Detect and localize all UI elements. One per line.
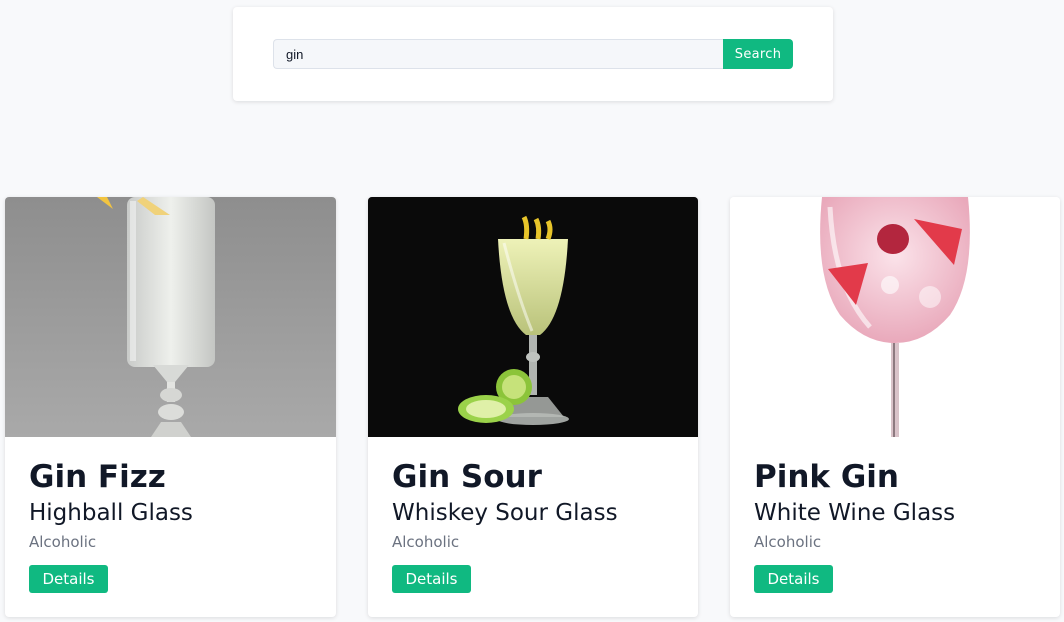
details-button[interactable]: Details (29, 565, 108, 593)
drink-card-gin-fizz: Gin Fizz Highball Glass Alcoholic Detail… (5, 197, 336, 617)
drink-card-gin-sour: Gin Sour Whiskey Sour Glass Alcoholic De… (368, 197, 698, 617)
glass-type: Whiskey Sour Glass (392, 500, 618, 526)
drink-category: Alcoholic (392, 533, 460, 551)
cocktail-photo-pink-gin (730, 197, 1060, 437)
glass-type: White Wine Glass (754, 500, 956, 526)
details-button[interactable]: Details (754, 565, 833, 593)
drink-card-pink-gin: Pink Gin White Wine Glass Alcoholic Deta… (730, 197, 1060, 617)
cocktail-photo-gin-sour (368, 197, 698, 437)
search-input[interactable] (273, 39, 723, 69)
drink-category: Alcoholic (29, 533, 97, 551)
search-button[interactable]: Search (723, 39, 793, 69)
details-button[interactable]: Details (392, 565, 471, 593)
search-panel: Search (233, 7, 833, 101)
glass-type: Highball Glass (29, 500, 193, 526)
drink-name: Gin Sour (392, 459, 542, 495)
drink-name: Pink Gin (754, 459, 899, 495)
drink-category: Alcoholic (754, 533, 822, 551)
cocktail-photo-gin-fizz (5, 197, 336, 437)
drink-name: Gin Fizz (29, 459, 166, 495)
